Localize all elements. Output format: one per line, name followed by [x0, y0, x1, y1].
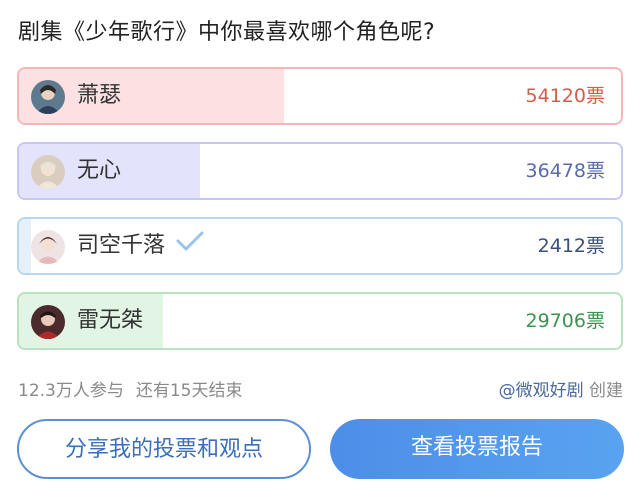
option-name: 无心: [77, 158, 122, 183]
poll-option-wuxin[interactable]: 无心 36478票: [17, 142, 623, 200]
poll-option-lei-wujie[interactable]: 雷无桀 29706票: [17, 292, 623, 350]
share-vote-button[interactable]: 分享我的投票和观点: [17, 419, 311, 479]
avatar: [31, 230, 65, 264]
option-name-text: 司空千落: [77, 233, 166, 258]
avatar: [31, 80, 65, 114]
created-label: 创建: [589, 381, 623, 401]
poll-creator: @微观好剧 创建: [499, 376, 623, 401]
poll-option-xiaose[interactable]: 萧瑟 54120票: [17, 67, 623, 125]
avatar: [31, 305, 65, 339]
avatar: [31, 155, 65, 189]
author-link[interactable]: @微观好剧: [499, 381, 584, 401]
poll-option-sikong-qianluo[interactable]: 司空千落 2412票: [17, 217, 623, 275]
poll-stats: 12.3万人参与 还有15天结束: [18, 376, 243, 401]
participant-count: 12.3万人参与: [18, 381, 124, 401]
vote-count: 36478票: [525, 160, 605, 182]
view-report-button[interactable]: 查看投票报告: [330, 419, 624, 479]
vote-share-bar: [19, 219, 32, 273]
option-name: 司空千落: [77, 219, 205, 273]
poll-question: 剧集《少年歌行》中你最喜欢哪个角色呢?: [18, 20, 436, 45]
option-name: 雷无桀: [77, 308, 144, 333]
vote-count: 54120票: [525, 85, 605, 107]
vote-count: 2412票: [537, 235, 605, 257]
vote-count: 29706票: [525, 310, 605, 332]
time-remaining: 还有15天结束: [135, 381, 243, 401]
option-name: 萧瑟: [77, 83, 122, 108]
checkmark-icon: [175, 219, 205, 273]
